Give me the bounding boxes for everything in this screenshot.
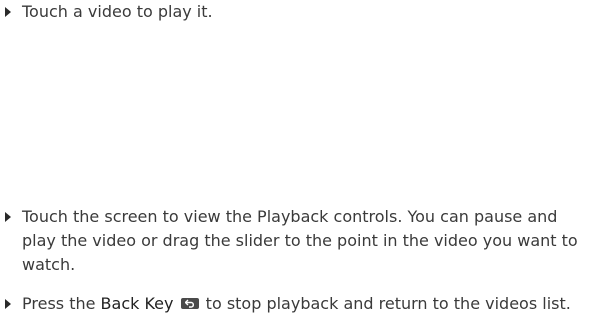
instruction-item: Touch a video to play it. bbox=[0, 0, 596, 24]
instruction-text: Press the Back Key to stop playback and … bbox=[22, 292, 596, 316]
back-key-label: Back Key bbox=[100, 294, 174, 313]
instruction-text: Touch the screen to view the Playback co… bbox=[22, 207, 578, 274]
instruction-item: Press the Back Key to stop playback and … bbox=[0, 292, 596, 316]
instruction-text: Touch a video to play it. bbox=[22, 2, 213, 21]
bullet-arrow-icon bbox=[5, 212, 11, 222]
back-arrow-icon bbox=[180, 297, 199, 309]
instruction-text-after: to stop playback and return to the video… bbox=[200, 294, 571, 313]
instruction-item: Touch the screen to view the Playback co… bbox=[0, 205, 596, 277]
instruction-text-before: Press the bbox=[22, 294, 101, 313]
bullet-arrow-icon bbox=[5, 299, 11, 309]
bullet-arrow-icon bbox=[5, 7, 11, 17]
